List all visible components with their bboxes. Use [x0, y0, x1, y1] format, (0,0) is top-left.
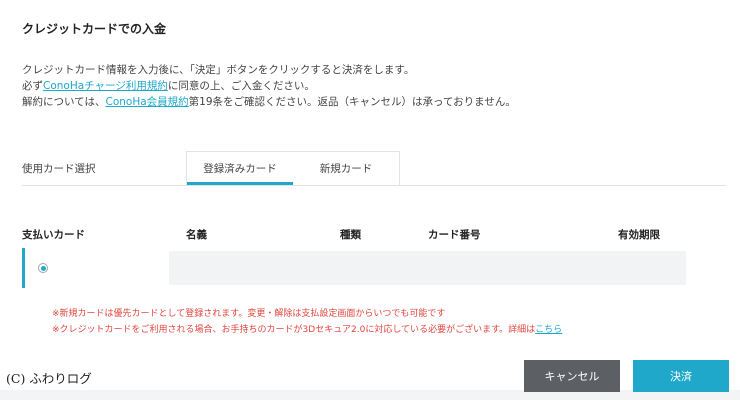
submit-payment-button[interactable]: 決済	[633, 360, 729, 392]
note-3d-secure: ※クレジットカードをご利用される場合、お手持ちのカードが3Dセキュア2.0に対応…	[52, 322, 562, 338]
member-terms-link[interactable]: ConoHa会員規約	[105, 96, 188, 108]
tab-new-card[interactable]: 新規カード	[293, 152, 399, 185]
page-title: クレジットカードでの入金	[22, 22, 167, 36]
header-card-number: カード番号	[428, 229, 481, 241]
watermark: (C) ふわりログ	[6, 371, 92, 386]
note-new-card: ※新規カードは優先カードとして登録されます。変更・解除は支払設定画面からいつでも…	[52, 309, 446, 319]
footer-bar	[0, 390, 740, 400]
description-line-3-prefix: 解約については、	[22, 96, 106, 108]
description-line-3: 解約については、ConoHa会員規約第19条をご確認ください。返品（キャンセル）…	[22, 94, 516, 110]
description-line-2: 必ずConoHaチャージ利用規約に同意の上、ご入金ください。	[22, 78, 516, 94]
description-line-3-suffix: 第19条をご確認ください。返品（キャンセル）は承っておりません。	[188, 96, 516, 108]
header-name: 名義	[186, 229, 207, 241]
cancel-button[interactable]: キャンセル	[524, 360, 620, 392]
card-tabs: 登録済みカード 新規カード	[186, 151, 400, 185]
header-type: 種類	[340, 229, 361, 241]
table-row[interactable]	[22, 248, 686, 288]
description-line-1: クレジットカード情報を入力後に、「決定」ボタンをクリックすると決済をします。	[22, 64, 415, 76]
tabs-divider	[22, 185, 726, 186]
details-link[interactable]: こちら	[535, 325, 562, 335]
radio-selected-dot	[40, 265, 46, 271]
header-expiry: 有効期限	[618, 229, 660, 241]
tab-registered-card[interactable]: 登録済みカード	[187, 152, 293, 185]
description-line-2-prefix: 必ず	[22, 80, 43, 92]
description-line-2-suffix: に同意の上、ご入金ください。	[167, 80, 315, 92]
description: クレジットカード情報を入力後に、「決定」ボタンをクリックすると決済をします。 必…	[22, 62, 516, 110]
card-select-label: 使用カード選択	[22, 163, 96, 175]
header-payment-card: 支払いカード	[22, 229, 85, 241]
note-3d-secure-text: ※クレジットカードをご利用される場合、お手持ちのカードが3Dセキュア2.0に対応…	[52, 325, 536, 335]
card-radio-button[interactable]	[38, 263, 48, 273]
card-details-cell	[169, 251, 686, 285]
charge-terms-link[interactable]: ConoHaチャージ利用規約	[43, 80, 168, 92]
notes: ※新規カードは優先カードとして登録されます。変更・解除は支払設定画面からいつでも…	[52, 306, 562, 338]
